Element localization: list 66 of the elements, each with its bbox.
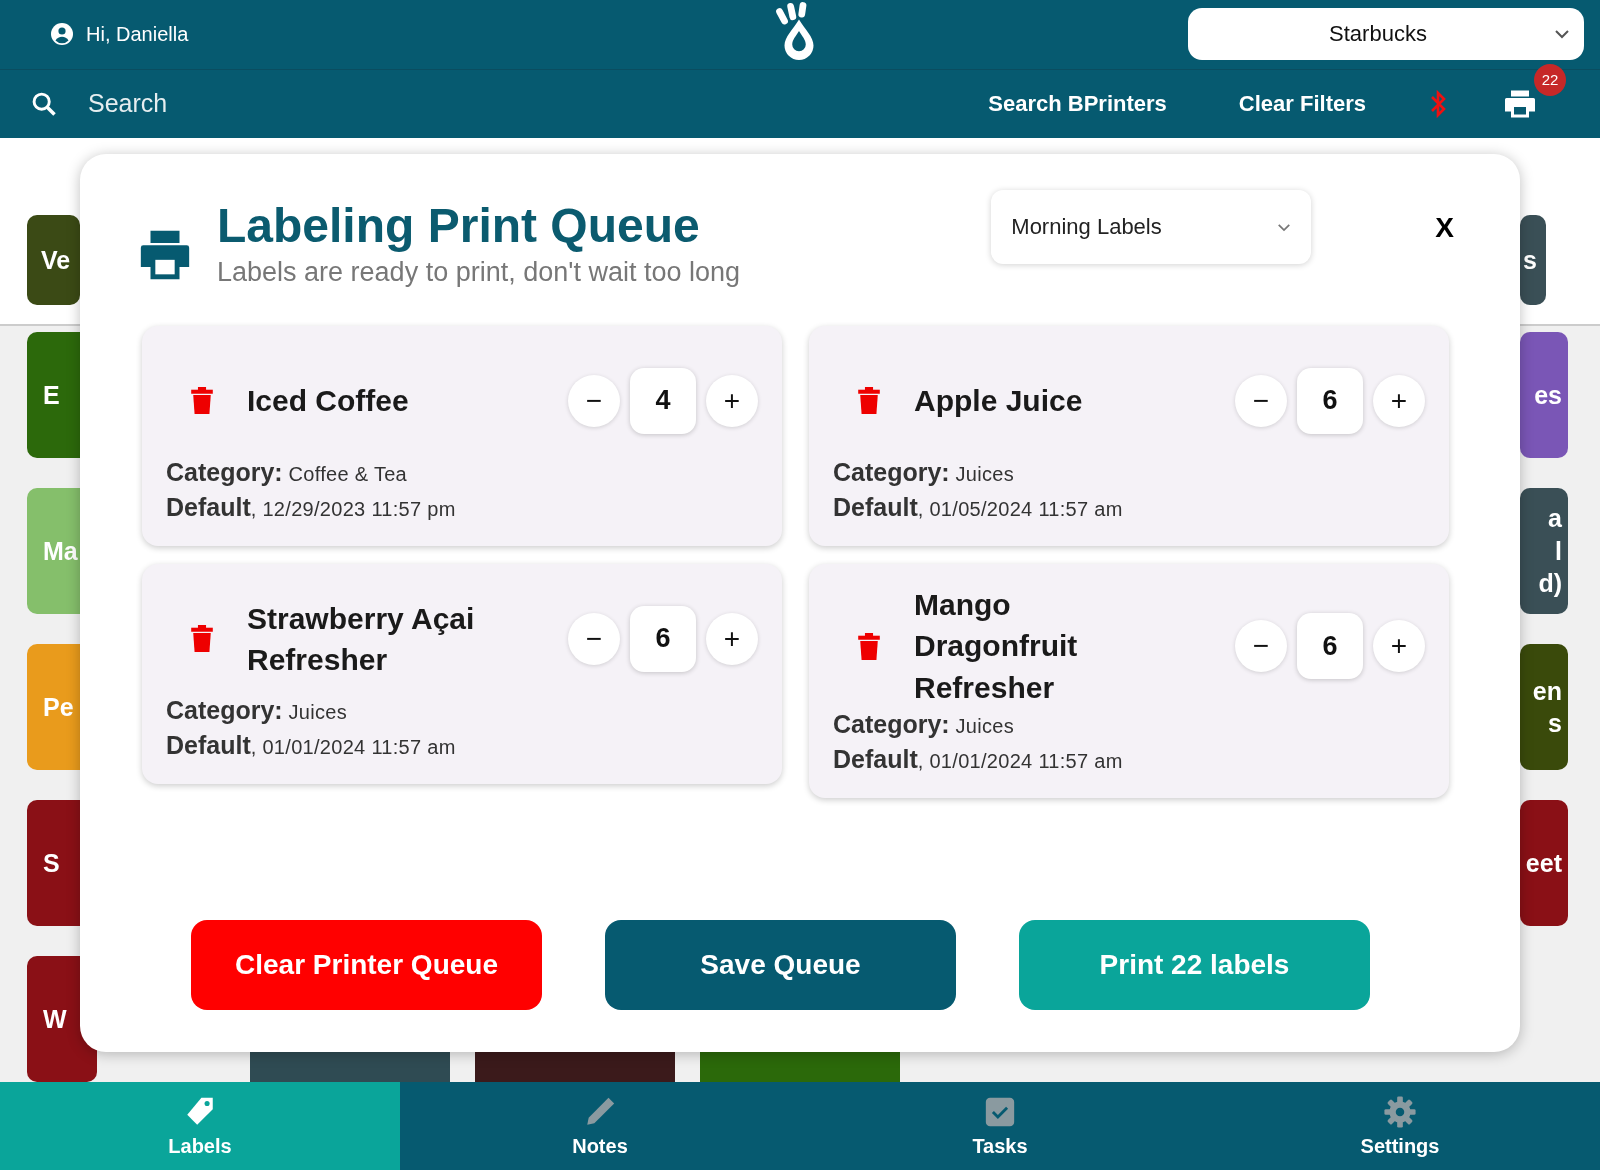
close-button[interactable]: X bbox=[1431, 212, 1458, 245]
quantity-field[interactable]: 6 bbox=[1297, 613, 1363, 680]
greeting: Hi, Daniella bbox=[86, 22, 189, 46]
category-tile[interactable] bbox=[475, 1050, 675, 1083]
trash-icon[interactable] bbox=[858, 387, 880, 415]
chevron-down-icon bbox=[1554, 29, 1570, 40]
action-button[interactable]: Clear Printer Queue bbox=[191, 920, 542, 1011]
increment-button[interactable]: + bbox=[1373, 620, 1425, 673]
queue-select[interactable]: Morning Labels bbox=[991, 190, 1312, 265]
toolbar-link[interactable]: Search BPrinters bbox=[988, 90, 1167, 117]
action-button[interactable]: Save Queue bbox=[605, 920, 956, 1011]
tile-label: eet bbox=[1525, 847, 1562, 879]
item-name: Mango Dragonfruit Refresher bbox=[914, 587, 1079, 706]
item-category: Category: Coffee & Tea bbox=[166, 458, 409, 487]
item-category: Category: Juices bbox=[166, 696, 349, 725]
item-name: Strawberry Açai Refresher bbox=[247, 600, 476, 678]
decrement-button[interactable]: − bbox=[568, 613, 620, 665]
category-tile[interactable]: Ve bbox=[27, 215, 80, 306]
category-tile[interactable]: a l d) bbox=[1520, 488, 1568, 615]
chevron-down-icon bbox=[1277, 222, 1292, 232]
store-select[interactable]: Starbucks bbox=[1188, 8, 1584, 61]
trash-icon[interactable] bbox=[191, 387, 213, 415]
tile-label: W bbox=[43, 1003, 68, 1035]
tile-label: S bbox=[43, 847, 61, 879]
tile-label: Ma bbox=[43, 535, 79, 567]
item-name: Iced Coffee bbox=[247, 383, 410, 420]
dialog-title: Labeling Print Queue bbox=[217, 200, 701, 253]
increment-button[interactable]: + bbox=[1373, 375, 1425, 427]
tile-label: en bbox=[1532, 675, 1562, 707]
tile-label: s bbox=[1523, 244, 1537, 276]
trash-icon[interactable] bbox=[858, 632, 880, 660]
toolbar-link[interactable]: Clear Filters bbox=[1238, 90, 1366, 117]
category-tile[interactable]: en s bbox=[1520, 644, 1568, 771]
tile-label: d) bbox=[1538, 568, 1562, 600]
tile-label: s bbox=[1548, 708, 1562, 740]
category-tile[interactable]: es bbox=[1520, 332, 1568, 459]
tile-label: Pe bbox=[43, 691, 75, 723]
decrement-button[interactable]: − bbox=[1235, 620, 1287, 673]
item-name: Apple Juice bbox=[914, 383, 1084, 420]
tile-label: a bbox=[1548, 503, 1562, 535]
item-category: Category: Juices bbox=[833, 710, 1016, 740]
tile-label: es bbox=[1534, 379, 1562, 411]
quantity-field[interactable]: 6 bbox=[630, 606, 696, 672]
settings-icon bbox=[1383, 1094, 1417, 1129]
category-tile[interactable]: eet bbox=[1520, 800, 1568, 927]
item-default-date: Default, 12/29/2023 11:57 pm bbox=[166, 493, 457, 522]
decrement-button[interactable]: − bbox=[568, 375, 620, 427]
decrement-button[interactable]: − bbox=[1235, 375, 1287, 427]
item-default-date: Default, 01/05/2024 11:57 am bbox=[833, 493, 1124, 522]
tile-label: Ve bbox=[41, 244, 72, 276]
item-category: Category: Juices bbox=[833, 458, 1016, 487]
category-tile[interactable]: s bbox=[1520, 215, 1546, 306]
trash-icon[interactable] bbox=[191, 625, 213, 653]
category-tile[interactable] bbox=[250, 1050, 450, 1083]
item-default-date: Default, 01/01/2024 11:57 am bbox=[833, 745, 1124, 775]
increment-button[interactable]: + bbox=[706, 375, 758, 427]
search-field[interactable]: Search bbox=[86, 88, 490, 120]
quantity-field[interactable]: 4 bbox=[630, 368, 696, 434]
user-icon bbox=[50, 22, 74, 47]
quantity-field[interactable]: 6 bbox=[1297, 368, 1363, 434]
item-default-date: Default, 01/01/2024 11:57 am bbox=[166, 731, 457, 760]
tile-label: E bbox=[43, 379, 61, 411]
increment-button[interactable]: + bbox=[706, 613, 758, 665]
dialog-subtitle: Labels are ready to print, don't wait too long bbox=[217, 257, 740, 288]
tile-label: l bbox=[1555, 535, 1562, 567]
category-tile[interactable] bbox=[700, 1050, 900, 1083]
